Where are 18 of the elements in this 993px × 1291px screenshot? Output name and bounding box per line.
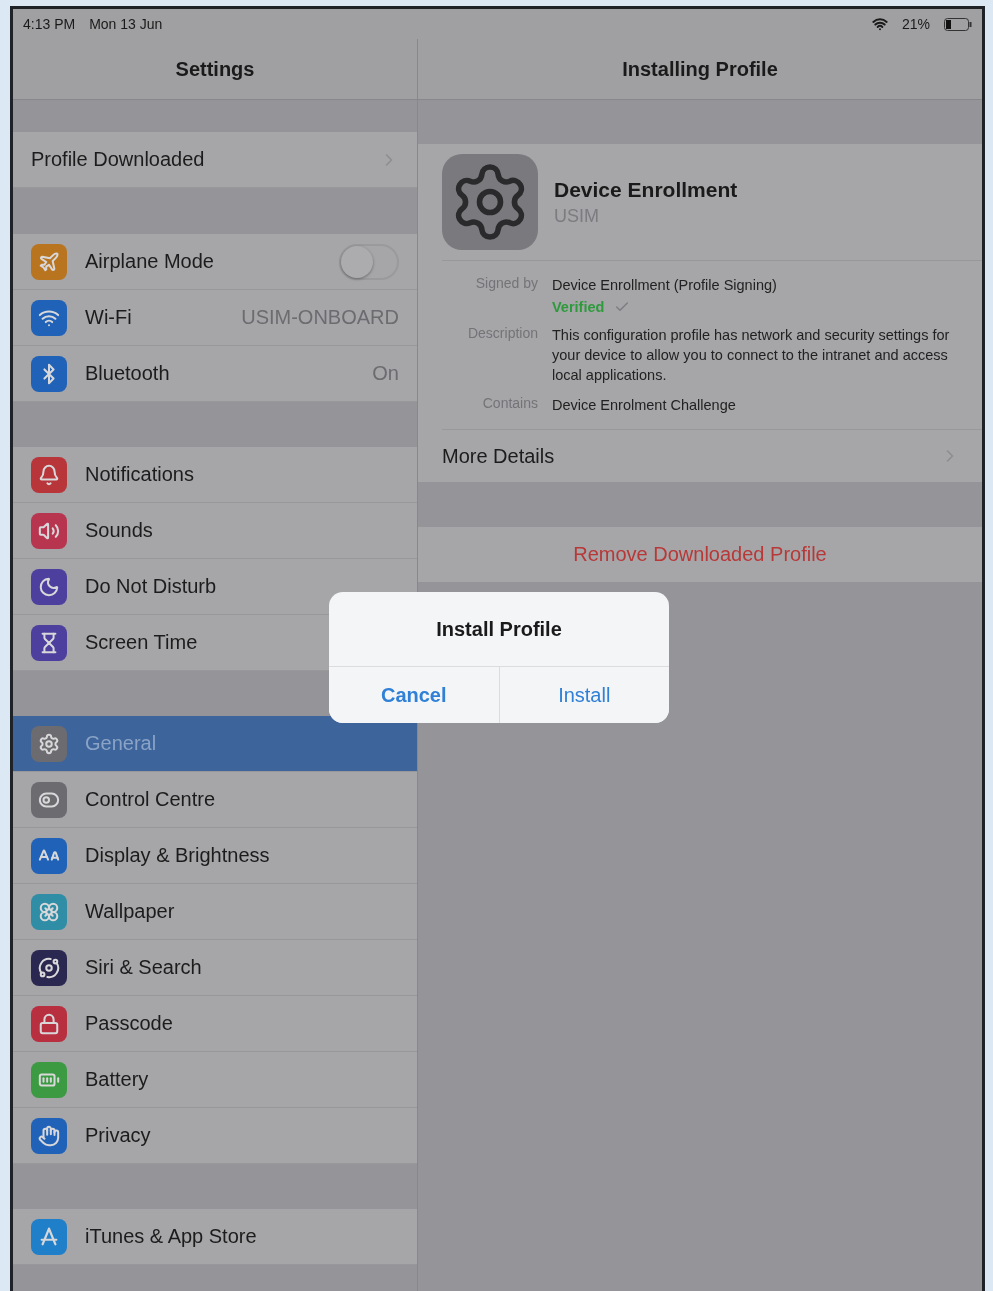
field-value: This configuration profile has network and security settings for your device to allow you to connect to the intranet and access local applications. [552,326,951,385]
field-value: Device Enrollment (Profile Signing) [552,276,778,295]
field-value: Device Enrolment Challenge [552,396,737,415]
install-button[interactable]: Install [498,667,669,723]
gear-icon [442,154,538,250]
wifi-signal-icon [871,16,888,32]
nav-title: Installing Profile [418,39,982,100]
battery-percent: 21% [901,16,930,32]
toggle-switch[interactable] [339,243,399,280]
profile-name: Device Enrollment [554,177,738,202]
verified-status: Verified [552,299,605,315]
status-time: 4:13 PM [23,16,76,32]
status-date: Mon 13 Jun [89,16,163,32]
row-value: USIM-ONBOARD [241,306,399,329]
nav-title: Settings [13,39,417,100]
more-details-row[interactable]: More Details [442,430,982,482]
battery-icon [944,17,972,31]
row-value: On [372,362,399,385]
